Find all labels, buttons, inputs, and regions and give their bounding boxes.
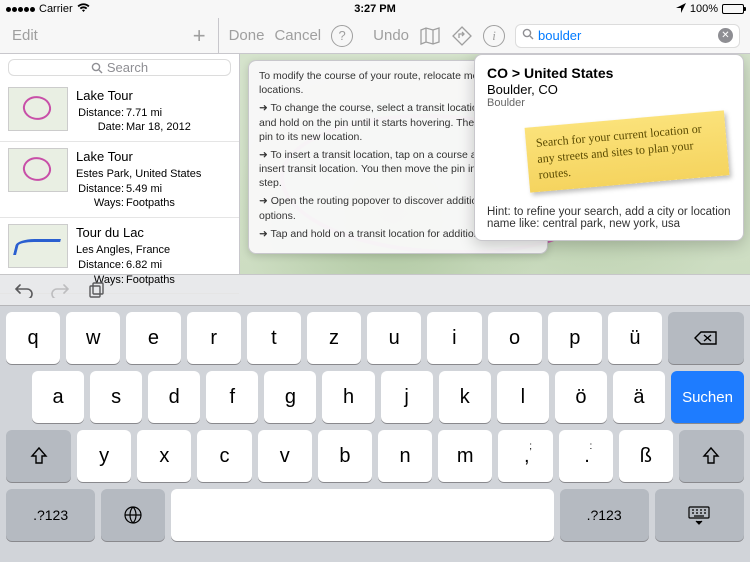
route-title: Lake Tour (76, 87, 191, 105)
search-breadcrumb: CO > United States (487, 65, 731, 81)
carrier-label: Carrier (39, 3, 73, 15)
signal-icon (6, 7, 35, 12)
copy-icon[interactable] (86, 280, 106, 300)
key-period[interactable]: :. (559, 430, 613, 482)
key-m[interactable]: m (438, 430, 492, 482)
key-b[interactable]: b (318, 430, 372, 482)
battery-icon (722, 4, 744, 14)
key-s[interactable]: s (90, 371, 142, 423)
help-icon[interactable]: ? (331, 25, 353, 47)
key-d[interactable]: d (148, 371, 200, 423)
key-dismiss-keyboard[interactable] (655, 489, 744, 541)
key-j[interactable]: j (381, 371, 433, 423)
route-thumbnail (8, 148, 68, 192)
edit-button[interactable]: Edit (12, 27, 38, 44)
key-r[interactable]: r (187, 312, 241, 364)
key-p[interactable]: p (548, 312, 602, 364)
sticky-note: Search for your current location or any … (525, 110, 730, 192)
key-i[interactable]: i (427, 312, 481, 364)
key-globe[interactable] (101, 489, 165, 541)
key-search[interactable]: Suchen (671, 371, 744, 423)
key-y[interactable]: y (77, 430, 131, 482)
status-bar: Carrier 3:27 PM 100% (0, 0, 750, 18)
key-c[interactable]: c (197, 430, 251, 482)
cancel-button[interactable]: Cancel (274, 27, 321, 44)
location-icon (676, 3, 686, 16)
route-thumbnail (8, 224, 68, 268)
route-title: Tour du Lac (76, 224, 175, 242)
key-g[interactable]: g (264, 371, 316, 423)
undo-icon[interactable] (14, 280, 34, 300)
key-ß[interactable]: ß (619, 430, 673, 482)
key-k[interactable]: k (439, 371, 491, 423)
map-search-input[interactable] (538, 28, 714, 43)
key-ö[interactable]: ö (555, 371, 607, 423)
key-x[interactable]: x (137, 430, 191, 482)
map-view[interactable]: To modify the course of your route, relo… (240, 54, 750, 274)
main-toolbar: Done Cancel ? Undo i ✕ (219, 18, 750, 53)
key-f[interactable]: f (206, 371, 258, 423)
key-numbers-right[interactable]: .?123 (560, 489, 649, 541)
key-space[interactable] (171, 489, 554, 541)
map-layers-icon[interactable] (419, 25, 441, 47)
key-comma[interactable]: ;, (498, 430, 552, 482)
search-result-sub: Boulder (487, 97, 731, 109)
on-screen-keyboard: qwertzuiopü asdfghjklöäSuchen yxcvbnm;,:… (0, 306, 750, 562)
routes-sidebar: Search Lake Tour Distance:7.71 mi Date:M… (0, 54, 240, 274)
key-shift-right[interactable] (679, 430, 744, 482)
sidebar-toolbar: Edit + (0, 18, 219, 53)
undo-button[interactable]: Undo (373, 27, 409, 44)
key-numbers-left[interactable]: .?123 (6, 489, 95, 541)
route-item[interactable]: Lake Tour Distance:7.71 mi Date:Mar 18, … (0, 81, 239, 142)
key-u[interactable]: u (367, 312, 421, 364)
key-t[interactable]: t (247, 312, 301, 364)
key-backspace[interactable] (668, 312, 744, 364)
info-icon[interactable]: i (483, 25, 505, 47)
key-q[interactable]: q (6, 312, 60, 364)
key-o[interactable]: o (488, 312, 542, 364)
key-h[interactable]: h (322, 371, 374, 423)
sidebar-search-placeholder: Search (107, 60, 148, 75)
key-l[interactable]: l (497, 371, 549, 423)
done-button[interactable]: Done (229, 27, 265, 44)
clock: 3:27 PM (354, 3, 396, 15)
search-results-popover: CO > United States Boulder, CO Boulder S… (474, 54, 744, 241)
route-diamond-icon[interactable] (451, 25, 473, 47)
key-z[interactable]: z (307, 312, 361, 364)
redo-icon[interactable] (50, 280, 70, 300)
search-result-main[interactable]: Boulder, CO (487, 82, 731, 97)
key-n[interactable]: n (378, 430, 432, 482)
map-search-field[interactable]: ✕ (515, 24, 740, 48)
key-ä[interactable]: ä (613, 371, 665, 423)
battery-pct: 100% (690, 3, 718, 15)
key-a[interactable]: a (32, 371, 84, 423)
sidebar-search-field[interactable]: Search (8, 59, 231, 76)
search-icon (522, 28, 534, 43)
clear-search-icon[interactable]: ✕ (718, 28, 733, 43)
route-subtitle: Les Angles, France (76, 243, 175, 258)
route-item[interactable]: Tour du Lac Les Angles, France Distance:… (0, 218, 239, 294)
key-shift-left[interactable] (6, 430, 71, 482)
route-item[interactable]: Lake Tour Estes Park, United States Dist… (0, 142, 239, 218)
add-button[interactable]: + (193, 25, 206, 47)
key-v[interactable]: v (258, 430, 312, 482)
route-subtitle: Estes Park, United States (76, 167, 201, 182)
key-w[interactable]: w (66, 312, 120, 364)
wifi-icon (77, 3, 90, 16)
key-ü[interactable]: ü (608, 312, 662, 364)
key-e[interactable]: e (126, 312, 180, 364)
route-title: Lake Tour (76, 148, 201, 166)
route-thumbnail (8, 87, 68, 131)
search-hint: Hint: to refine your search, add a city … (487, 206, 731, 230)
